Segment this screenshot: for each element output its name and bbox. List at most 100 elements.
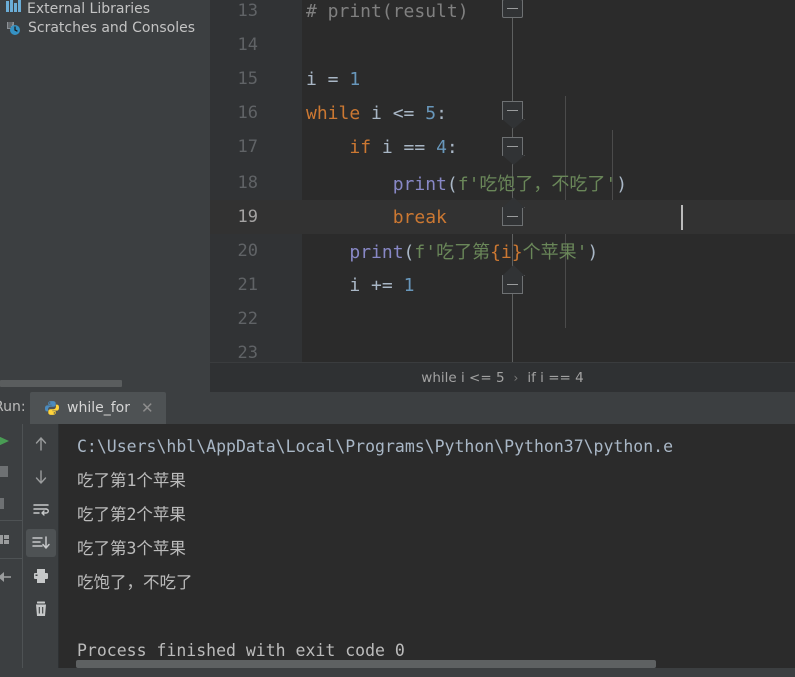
- scroll-to-end-button[interactable]: [25, 529, 56, 557]
- code-text: i += 1: [302, 275, 414, 296]
- tree-item-scratches-and-consoles[interactable]: Scratches and Consoles: [0, 16, 210, 40]
- fold-marker-13[interactable]: [502, 0, 523, 18]
- console-toolbar: [23, 424, 59, 677]
- run-window-label: Run:: [0, 399, 26, 415]
- code-token: break: [392, 206, 447, 228]
- code-token: (: [403, 242, 415, 263]
- line-number: 23: [237, 343, 258, 362]
- code-token: =: [316, 68, 350, 90]
- line-number: 21: [237, 275, 258, 295]
- layout-button[interactable]: [0, 526, 22, 552]
- line-number: 13: [237, 1, 258, 21]
- fold-marker-19[interactable]: [502, 207, 523, 226]
- code-token: f'吃饱了，不吃了': [457, 174, 617, 195]
- run-tab-label: while_for: [67, 400, 130, 416]
- code-token: while: [306, 102, 361, 124]
- stop-button[interactable]: [0, 458, 22, 484]
- console-line-path: C:\Users\hbl\AppData\Local\Programs\Pyth…: [77, 437, 674, 456]
- run-side-toolbar: [0, 424, 22, 677]
- code-line-22[interactable]: 22: [210, 302, 795, 336]
- scratches-icon: [6, 20, 22, 36]
- code-token: i: [349, 274, 361, 296]
- console-line: 吃饱了，不吃了: [77, 573, 193, 592]
- pin-button[interactable]: [0, 564, 22, 590]
- run-tab-while-for[interactable]: while_for ✕: [30, 392, 166, 424]
- code-text: break: [302, 207, 447, 228]
- breadcrumb-item-if[interactable]: if i == 4: [527, 370, 583, 386]
- fold-marker-16[interactable]: [502, 101, 523, 120]
- tree-item-label: External Libraries: [27, 1, 150, 17]
- line-number: 19: [237, 207, 258, 227]
- code-token: print: [349, 242, 404, 263]
- line-number: 22: [237, 309, 258, 329]
- python-icon: [44, 400, 60, 416]
- code-editor[interactable]: 13 # print(result) 14 15 i = 1 16 while …: [210, 0, 795, 362]
- fold-marker-21[interactable]: [502, 275, 523, 294]
- line-number: 17: [237, 137, 258, 157]
- code-token: :: [436, 102, 447, 124]
- rerun-button[interactable]: [0, 428, 22, 454]
- tree-item-label: Scratches and Consoles: [28, 20, 195, 36]
- code-token: (: [446, 174, 458, 195]
- text-caret: [681, 205, 683, 230]
- code-token: 4: [436, 136, 447, 158]
- code-token: if: [349, 136, 372, 158]
- console-output[interactable]: C:\Users\hbl\AppData\Local\Programs\Pyth…: [59, 424, 795, 677]
- code-token: print: [392, 174, 447, 195]
- line-number: 15: [237, 69, 258, 89]
- line-number: 18: [237, 173, 258, 193]
- run-panel-bottom: [0, 668, 795, 677]
- code-token: i: [306, 68, 317, 90]
- code-token: ): [587, 242, 599, 263]
- scrollbar-thumb[interactable]: [76, 660, 656, 668]
- code-line-14[interactable]: 14: [210, 28, 795, 62]
- code-text: print(f'吃了第{i}个苹果'): [302, 238, 598, 264]
- chevron-right-icon: ›: [513, 370, 519, 385]
- code-token: f'吃了第: [414, 242, 491, 263]
- code-token: 5: [425, 102, 437, 124]
- tree-item-external-libraries[interactable]: External Libraries: [0, 0, 210, 17]
- sidebar-horizontal-scrollbar[interactable]: [0, 379, 210, 388]
- code-token: <=: [392, 102, 415, 124]
- code-text: if i == 4:: [302, 136, 458, 158]
- fold-marker-17[interactable]: [502, 137, 523, 156]
- code-text: # print(result): [306, 0, 469, 22]
- project-tool-window[interactable]: External Libraries Scratches and Console…: [0, 0, 210, 388]
- code-token: :: [446, 136, 458, 158]
- print-button[interactable]: [26, 562, 56, 590]
- code-line-20[interactable]: 20 print(f'吃了第{i}个苹果'): [210, 234, 795, 268]
- toolbar-divider: [0, 520, 22, 521]
- code-line-18[interactable]: 18 print(f'吃饱了，不吃了'): [210, 166, 795, 200]
- close-icon[interactable]: ✕: [141, 400, 154, 416]
- breadcrumb-item-while[interactable]: while i <= 5: [421, 370, 504, 386]
- console-line: 吃了第2个苹果: [77, 505, 186, 524]
- soft-wrap-button[interactable]: [26, 496, 56, 524]
- code-token: {i}: [490, 242, 523, 263]
- clear-all-button[interactable]: [26, 595, 56, 623]
- code-token: i: [360, 102, 393, 124]
- scroll-up-button[interactable]: [26, 430, 56, 458]
- pause-button[interactable]: [0, 490, 22, 516]
- code-line-23[interactable]: 23: [210, 336, 795, 362]
- code-line-15[interactable]: 15 i = 1: [210, 62, 795, 96]
- breadcrumb[interactable]: while i <= 5 › if i == 4: [210, 362, 795, 392]
- console-line: 吃了第1个苹果: [77, 471, 186, 490]
- scrollbar-thumb[interactable]: [0, 380, 122, 387]
- code-token: +=: [360, 274, 404, 296]
- code-token: 1: [349, 68, 361, 90]
- line-number: 14: [237, 35, 258, 55]
- code-text: while i <= 5:: [302, 103, 447, 124]
- console-line: 吃了第3个苹果: [77, 539, 186, 558]
- line-number: 16: [237, 103, 258, 123]
- run-tab-bar: Run: while_for ✕: [0, 392, 795, 424]
- code-text: i = 1: [302, 69, 360, 90]
- libraries-icon: [6, 0, 21, 12]
- scroll-down-button[interactable]: [26, 463, 56, 491]
- code-text: print(f'吃饱了，不吃了'): [302, 170, 627, 196]
